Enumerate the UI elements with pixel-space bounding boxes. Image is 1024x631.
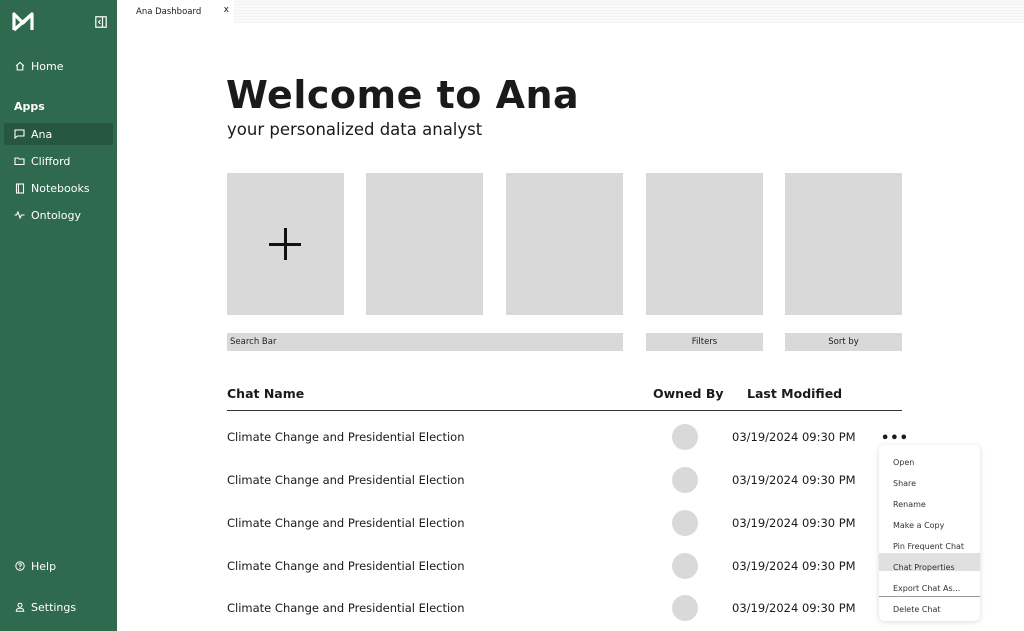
chat-icon xyxy=(14,129,25,140)
chat-name: Climate Change and Presidential Election xyxy=(227,473,465,487)
last-modified: 03/19/2024 09:30 PM xyxy=(732,430,856,444)
filters-button[interactable]: Filters xyxy=(646,333,763,351)
header-divider xyxy=(227,410,902,411)
page-subtitle: your personalized data analyst xyxy=(227,120,483,139)
folder-icon xyxy=(14,156,25,167)
recent-chat-card[interactable] xyxy=(785,173,902,315)
avatar xyxy=(672,424,698,450)
column-header-owned-by[interactable]: Owned By xyxy=(653,386,724,401)
column-header-chat-name[interactable]: Chat Name xyxy=(227,386,304,401)
sidebar-item-label: Home xyxy=(31,59,64,73)
avatar xyxy=(672,467,698,493)
last-modified: 03/19/2024 09:30 PM xyxy=(732,473,856,487)
table-row[interactable]: Climate Change and Presidential Election… xyxy=(227,417,902,457)
menu-item-share[interactable]: Share xyxy=(879,474,980,493)
search-input[interactable] xyxy=(227,333,623,351)
help-icon xyxy=(14,561,25,572)
sidebar: Home Apps Ana Clifford Notebooks Ontolog… xyxy=(0,0,117,631)
menu-item-delete-chat[interactable]: Delete Chat xyxy=(879,600,980,619)
menu-item-chat-properties[interactable]: Chat Properties xyxy=(879,553,980,572)
sidebar-item-ana[interactable]: Ana xyxy=(4,123,113,145)
menu-item-rename[interactable]: Rename xyxy=(879,495,980,514)
new-chat-card[interactable] xyxy=(227,173,344,315)
menu-divider xyxy=(879,596,980,597)
last-modified: 03/19/2024 09:30 PM xyxy=(732,516,856,530)
user-icon xyxy=(14,602,25,613)
sidebar-item-label: Settings xyxy=(31,600,77,614)
sidebar-item-label: Help xyxy=(31,559,57,573)
chat-name: Climate Change and Presidential Election xyxy=(227,601,465,615)
recent-chat-card[interactable] xyxy=(366,173,483,315)
plus-icon-vertical xyxy=(284,228,287,260)
avatar xyxy=(672,553,698,579)
page-title: Welcome to Ana xyxy=(226,73,580,117)
tab-bar: Ana Dashboard x xyxy=(117,0,1024,23)
menu-item-open[interactable]: Open xyxy=(879,453,980,472)
tab-ana-dashboard[interactable]: Ana Dashboard x xyxy=(117,0,234,23)
recent-chat-card[interactable] xyxy=(646,173,763,315)
last-modified: 03/19/2024 09:30 PM xyxy=(732,559,856,573)
close-tab-icon[interactable]: x xyxy=(224,5,229,15)
menu-item-make-copy[interactable]: Make a Copy xyxy=(879,516,980,535)
column-header-last-modified[interactable]: Last Modified xyxy=(747,386,842,401)
sort-button[interactable]: Sort by xyxy=(785,333,902,351)
apps-heading: Apps xyxy=(14,100,45,113)
table-row[interactable]: Climate Change and Presidential Election… xyxy=(227,588,902,628)
sidebar-item-label: Ontology xyxy=(31,208,81,222)
sidebar-item-ontology[interactable]: Ontology xyxy=(4,204,113,226)
table-row[interactable]: Climate Change and Presidential Election… xyxy=(227,503,902,543)
sidebar-item-label: Ana xyxy=(31,127,53,141)
table-row[interactable]: Climate Change and Presidential Election… xyxy=(227,546,902,586)
sidebar-item-label: Notebooks xyxy=(31,181,90,195)
collapse-sidebar-icon[interactable] xyxy=(95,16,107,28)
sidebar-item-clifford[interactable]: Clifford xyxy=(4,150,113,172)
avatar xyxy=(672,595,698,621)
sidebar-item-settings[interactable]: Settings xyxy=(4,596,113,618)
logo-icon[interactable] xyxy=(12,12,34,32)
recent-chat-card[interactable] xyxy=(506,173,623,315)
tab-label: Ana Dashboard xyxy=(136,6,202,17)
home-icon xyxy=(14,61,25,72)
table-row[interactable]: Climate Change and Presidential Election… xyxy=(227,460,902,500)
chat-name: Climate Change and Presidential Election xyxy=(227,516,465,530)
ontology-icon xyxy=(14,210,25,221)
chat-name: Climate Change and Presidential Election xyxy=(227,559,465,573)
last-modified: 03/19/2024 09:30 PM xyxy=(732,601,856,615)
notebook-icon xyxy=(14,182,25,194)
chat-name: Climate Change and Presidential Election xyxy=(227,430,465,444)
sidebar-item-home[interactable]: Home xyxy=(4,55,113,77)
sidebar-item-help[interactable]: Help xyxy=(4,555,113,577)
sidebar-item-label: Clifford xyxy=(31,154,71,168)
more-options-icon[interactable]: ••• xyxy=(881,431,909,446)
avatar xyxy=(672,510,698,536)
sidebar-item-notebooks[interactable]: Notebooks xyxy=(4,177,113,199)
context-menu: Open Share Rename Make a Copy Pin Freque… xyxy=(879,445,980,621)
